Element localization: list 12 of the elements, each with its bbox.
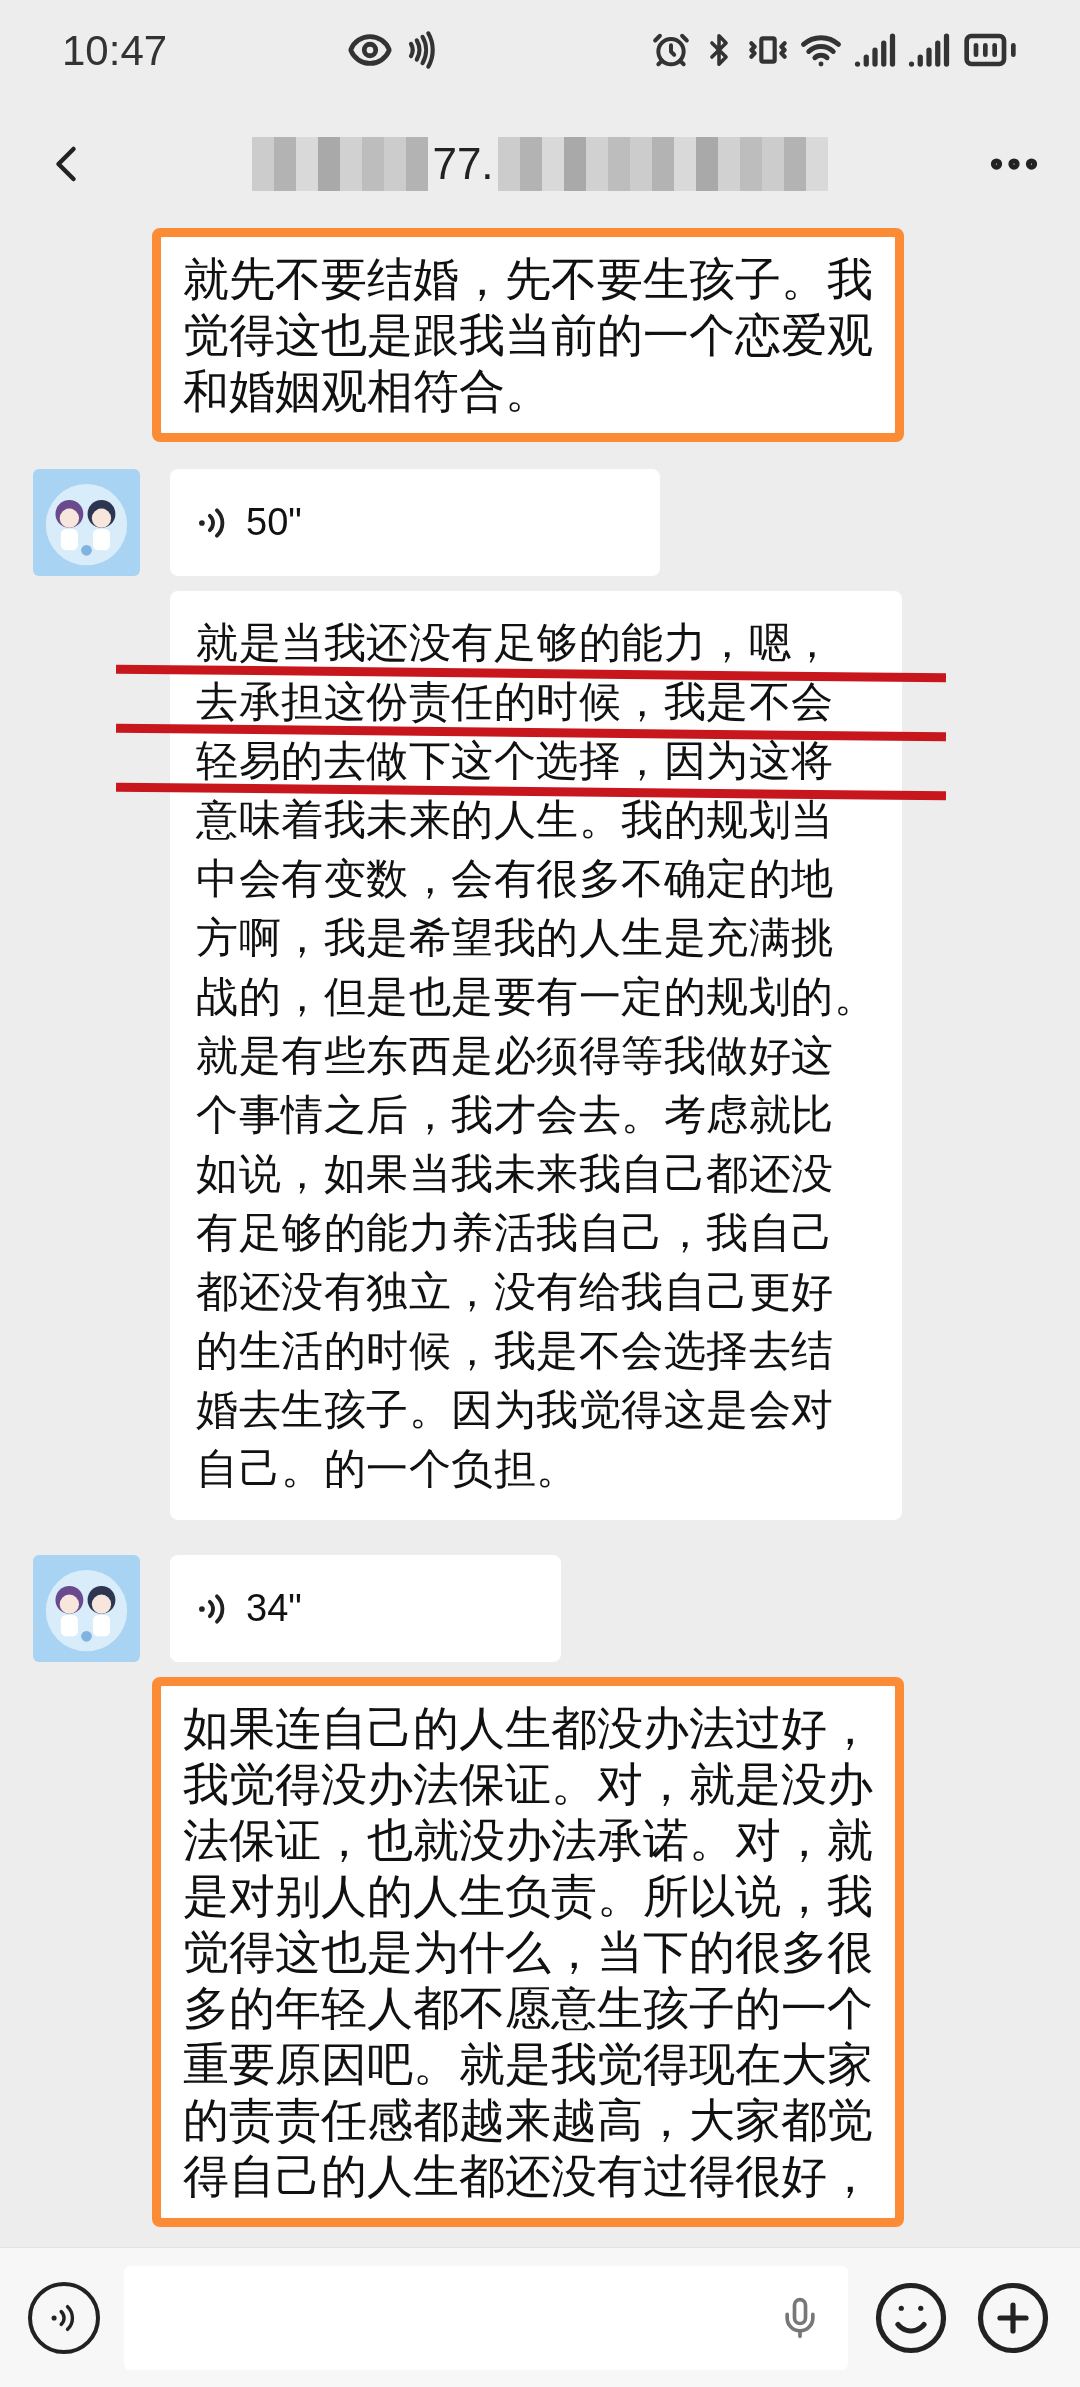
voice-duration: 50": [246, 500, 302, 545]
chat-title: 77.: [431, 138, 495, 190]
voice-duration: 34": [246, 1586, 302, 1631]
voice-input-button[interactable]: [28, 2281, 100, 2354]
message-text: 就先不要结婚，先不要生孩子。我 觉得这也是跟我当前的一个恋爱观 和婚姻观相符合。: [183, 252, 873, 419]
message-input-field[interactable]: [124, 2265, 848, 2370]
message-text: 就是当我还没有足够的能力，嗯， 去承担这份责任的时候，我是不会 轻易的去做下这个选择，因为这将 意味着我未来的人生。我的规划当 中会有变数，会有很多不确定的地 方啊，我是希望我的人生是充满挑 战的，但是也是要有一定的规划的。 就是有些东西是必须得等我做好这 个事情之后，我才会去。考虑就比 如说，如果当我未来我自己都还没 有足够的能力养活我自己，我自己 都还没有独立，没有给我自己更好 的生活的时候，我是不会选择去结 婚去生孩子。因为我觉得这是会对 自己。的一个负担。: [196, 613, 876, 1498]
alarm-icon: [652, 31, 690, 69]
voice-message[interactable]: 50": [170, 469, 660, 576]
status-time: 10:47: [62, 25, 168, 76]
voice-message[interactable]: 34": [170, 1555, 561, 1662]
message-text: 如果连自己的人生都没办法过好， 我觉得没办法保证。对，就是没办 法保证，也就没办法承诺。对，就 是对别人的人生负责。所以说，我 觉得这也是为什么，当下的很多很 多的年轻人都不愿意生孩子的一个 重要原因吧。就是我觉得现在大家 的责责任感都越来越高，大家都觉 得自己的人生都还没有过得很好，: [183, 1701, 873, 2204]
